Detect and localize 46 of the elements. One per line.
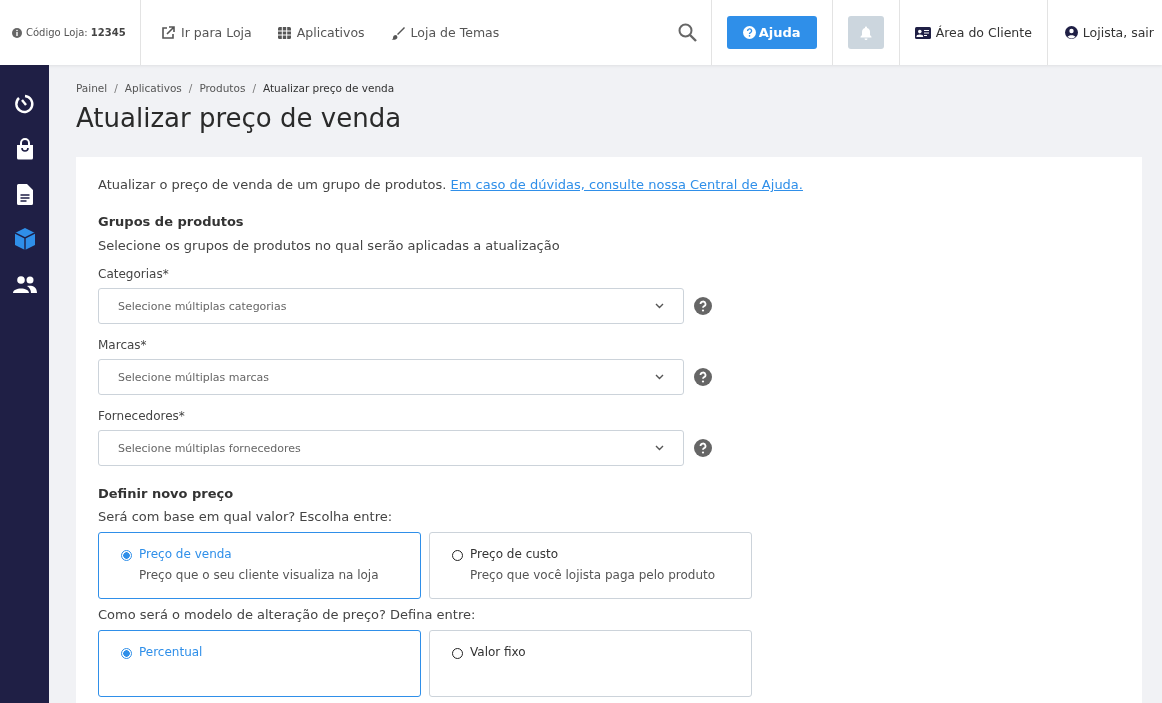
brush-icon xyxy=(390,25,405,40)
chevron-down-icon xyxy=(655,374,664,380)
breadcrumb-link[interactable]: Aplicativos xyxy=(124,82,182,94)
chevron-down-icon xyxy=(655,303,664,309)
intro-text: Atualizar o preço de venda de um grupo de produtos. Em caso de dúvidas, consulte nossa Central de Ajuda. xyxy=(98,177,804,192)
user-icon xyxy=(1064,26,1078,39)
chevron-down-icon xyxy=(655,445,664,451)
bell-icon xyxy=(859,25,872,40)
breadcrumb-link[interactable]: Produtos xyxy=(199,82,246,94)
radio-option[interactable]: Valor fixo xyxy=(429,630,752,697)
store-code: Código Loja: 12345 xyxy=(26,27,126,38)
page-title: Atualizar preço de venda xyxy=(76,103,403,133)
field-label: Fornecedores* xyxy=(98,409,186,423)
cube-icon[interactable] xyxy=(12,227,37,251)
breadcrumb-separator: / xyxy=(114,82,118,94)
breadcrumb-separator: / xyxy=(252,82,256,94)
question-icon xyxy=(742,26,756,39)
section-heading: Grupos de produtos xyxy=(98,214,245,229)
radio-option[interactable]: Preço de custo Preço que você lojista paga pelo produto xyxy=(429,532,752,599)
breadcrumb-link[interactable]: Painel xyxy=(76,82,108,94)
nav-link[interactable]: Aplicativos xyxy=(277,25,365,40)
external-link-icon xyxy=(161,25,175,40)
multi-select-field[interactable]: Selecione múltiplas marcas xyxy=(98,359,684,395)
id-card-icon xyxy=(914,26,931,39)
breadcrumb-current: Atualizar preço de venda xyxy=(262,82,395,94)
radio-option[interactable]: Preço de venda Preço que o seu cliente visualiza na loja xyxy=(98,532,421,599)
section-heading: Definir novo preço xyxy=(98,486,235,501)
help-icon[interactable] xyxy=(694,297,712,315)
search-icon[interactable] xyxy=(677,23,697,42)
field-label: Categorias* xyxy=(98,267,170,281)
question-text: Será com base em qual valor? Escolha entre: xyxy=(98,509,394,524)
field-label: Marcas* xyxy=(98,338,148,352)
help-icon[interactable] xyxy=(694,439,712,457)
nav-link[interactable]: Loja de Temas xyxy=(390,25,500,40)
nav-link[interactable]: Ir para Loja xyxy=(161,25,252,40)
grid-icon xyxy=(277,26,291,39)
client-area-link[interactable]: Área do Cliente xyxy=(899,0,1048,65)
section-description: Selecione os grupos de produtos no qual serão aplicadas a atualização xyxy=(98,238,561,253)
info-icon xyxy=(12,27,22,38)
user-menu-link[interactable]: Lojista, sair xyxy=(1047,0,1162,65)
radio-option[interactable]: Percentual xyxy=(98,630,421,697)
multi-select-field[interactable]: Selecione múltiplas fornecedores xyxy=(98,430,684,466)
help-icon[interactable] xyxy=(694,368,712,386)
question-text: Como será o modelo de alteração de preço? Defina entre: xyxy=(98,607,477,622)
breadcrumb-separator: / xyxy=(188,82,193,94)
multi-select-field[interactable]: Selecione múltiplas categorias xyxy=(98,288,684,324)
